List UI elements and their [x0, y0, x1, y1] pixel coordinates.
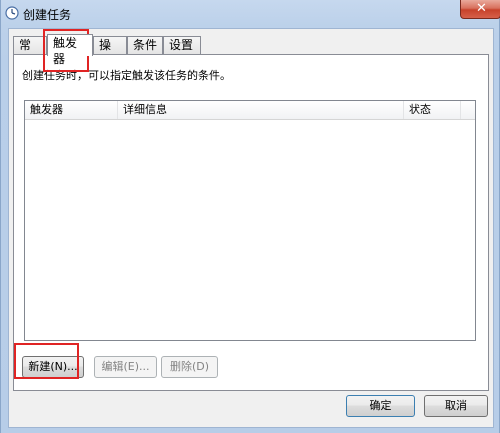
column-header-trigger[interactable]: 触发器: [25, 101, 118, 119]
tab-general[interactable]: 常规: [13, 36, 47, 68]
dialog-body: 常规 触发器 操作 条件 设置 创建任务时，可以指定触发该任务的条件。 触发器 …: [8, 28, 494, 428]
tab-triggers[interactable]: 触发器: [47, 34, 93, 66]
title-bar[interactable]: 创建任务 ✕: [1, 0, 500, 28]
triggers-panel: 创建任务时，可以指定触发该任务的条件。 触发器 详细信息 状态 新建(N)...…: [13, 54, 489, 391]
ok-button[interactable]: 确定: [346, 395, 415, 417]
edit-trigger-button[interactable]: 编辑(E)...: [94, 356, 157, 378]
close-icon: ✕: [476, 1, 487, 16]
column-header-details[interactable]: 详细信息: [118, 101, 404, 119]
close-button[interactable]: ✕: [460, 0, 500, 19]
tab-conditions[interactable]: 条件: [127, 36, 163, 54]
new-trigger-button[interactable]: 新建(N)...: [22, 356, 84, 378]
tab-settings[interactable]: 设置: [163, 36, 201, 54]
tab-actions[interactable]: 操作: [93, 36, 127, 68]
window-title: 创建任务: [23, 8, 72, 22]
cancel-button[interactable]: 取消: [424, 395, 488, 417]
delete-trigger-button[interactable]: 删除(D): [161, 356, 218, 378]
column-header-status[interactable]: 状态: [404, 101, 461, 119]
create-task-window: 创建任务 ✕ 常规 触发器 操作 条件 设置 创建任务时，可以指定触发该任务的条…: [0, 0, 500, 433]
clock-icon: [5, 6, 19, 20]
triggers-list[interactable]: 触发器 详细信息 状态: [24, 100, 476, 341]
triggers-description: 创建任务时，可以指定触发该任务的条件。: [22, 69, 231, 82]
list-header: 触发器 详细信息 状态: [25, 101, 475, 120]
